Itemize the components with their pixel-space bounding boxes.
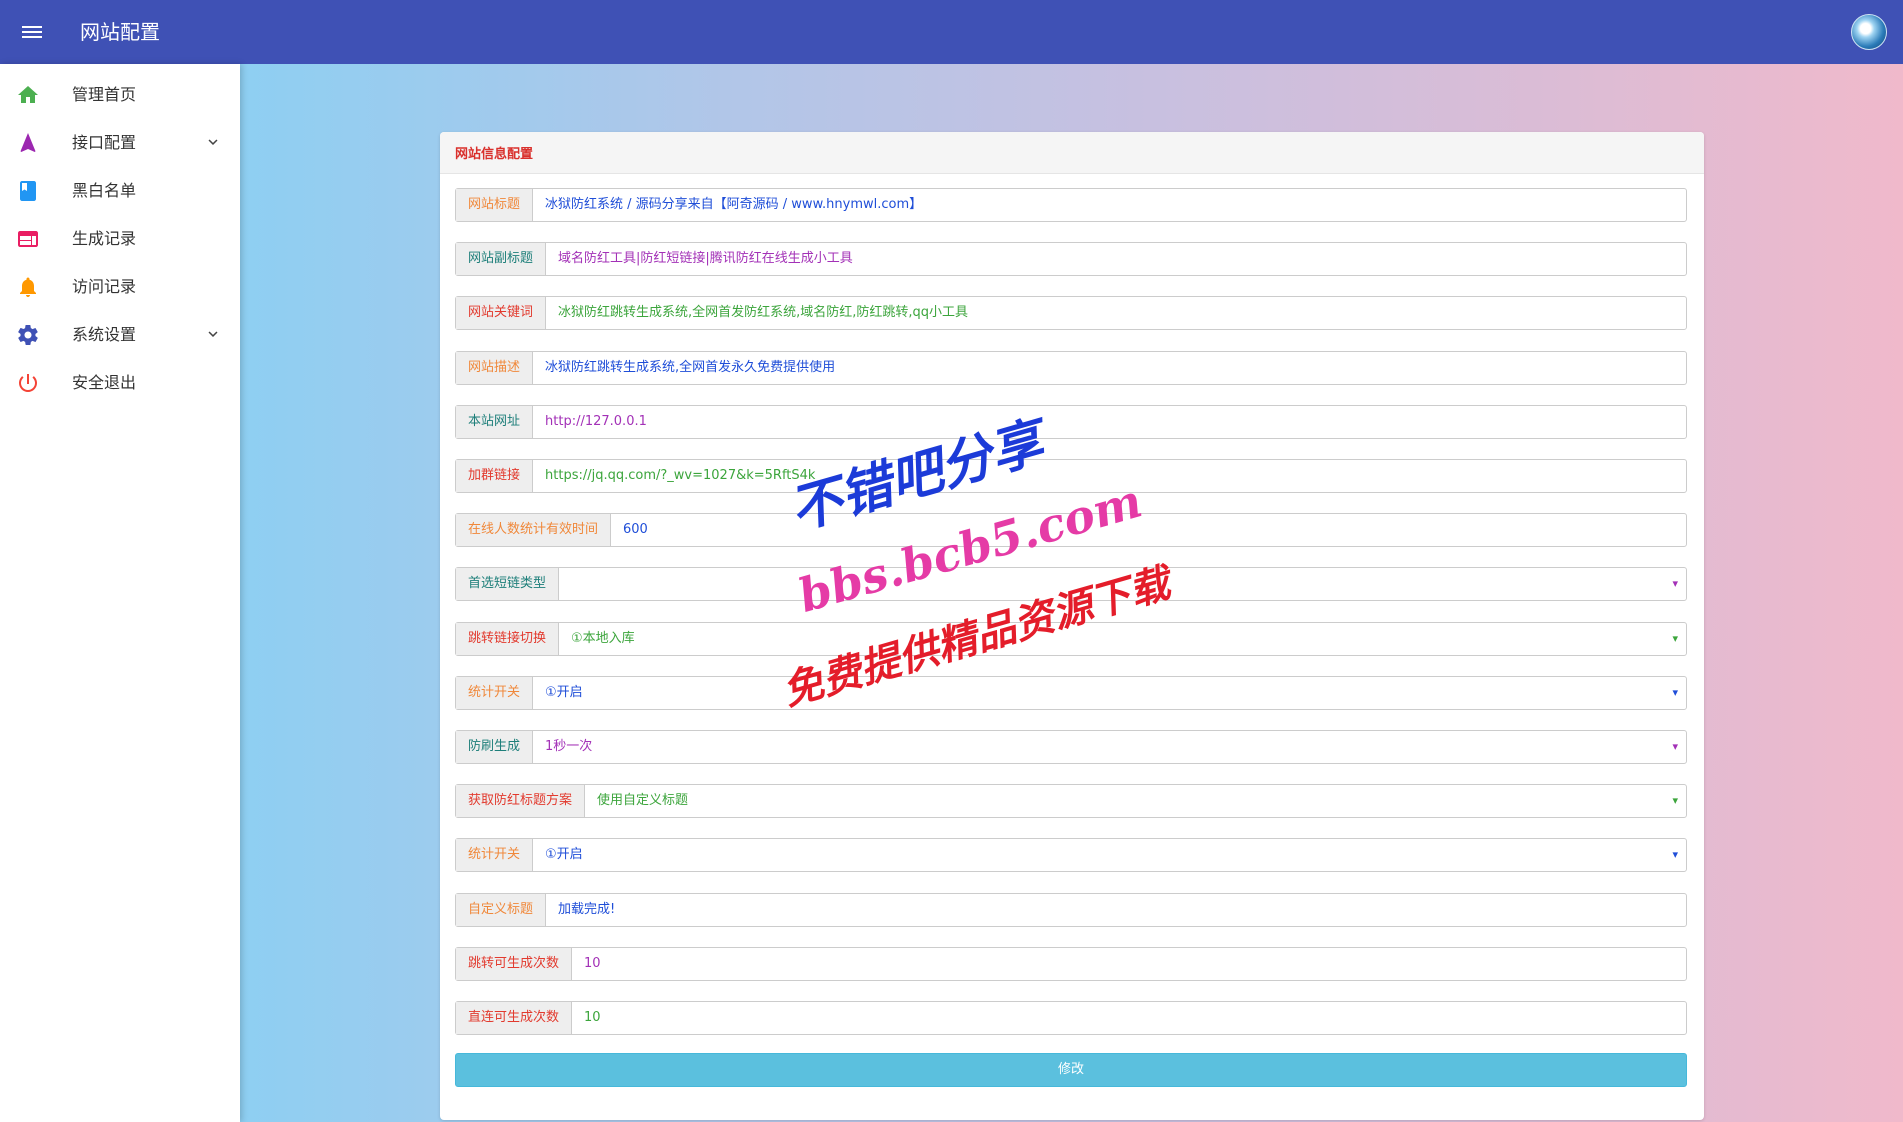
bell-icon: [20, 277, 36, 297]
field-label: 网站描述: [456, 352, 534, 384]
sidebar-item-label: 生成记录: [72, 229, 137, 248]
main-content: 网站信息配置 网站标题 冰狱防红系统 / 源码分享来自【阿奇源码 / www.hn…: [240, 64, 1903, 1122]
site-config-card: 网站信息配置 网站标题 冰狱防红系统 / 源码分享来自【阿奇源码 / www.hn…: [440, 132, 1704, 1120]
field-label: 跳转可生成次数: [456, 948, 573, 980]
form-row: 统计开关 ①开启: [455, 676, 1687, 710]
field-label: 防刷生成: [456, 731, 534, 763]
sidebar-item-label: 管理首页: [72, 85, 137, 104]
submit-button[interactable]: 修改: [455, 1053, 1687, 1087]
text-field[interactable]: 冰狱防红跳转生成系统,全网首发永久免费提供使用: [533, 352, 1686, 384]
field-label: 获取防红标题方案: [456, 785, 586, 817]
field-label: 在线人数统计有效时间: [456, 514, 612, 546]
form-row: 本站网址 http://127.0.0.1: [455, 405, 1687, 439]
sidebar-item-label: 黑白名单: [72, 181, 137, 200]
text-field[interactable]: 600: [611, 514, 1686, 546]
field-label: 网站副标题: [456, 243, 547, 275]
field-label: 直连可生成次数: [456, 1002, 573, 1034]
form-row: 首选短链类型: [455, 567, 1687, 601]
card-header: 网站信息配置: [440, 132, 1704, 174]
home-icon: [18, 86, 38, 103]
sidebar-nav: 管理首页 接口配置 黑白名单 生成记录 访问记录 系统设置 安全退出: [0, 64, 240, 407]
text-field[interactable]: 加载完成!: [546, 894, 1686, 926]
sidebar-item-system-settings[interactable]: 系统设置: [0, 311, 240, 359]
form-row: 网站副标题 域名防红工具|防红短链接|腾讯防红在线生成小工具: [455, 242, 1687, 276]
app-bar: 网站配置: [0, 0, 1903, 64]
form-row: 获取防红标题方案 使用自定义标题: [455, 784, 1687, 818]
field-label: 加群链接: [456, 460, 534, 492]
field-label: 自定义标题: [456, 894, 547, 926]
web-icon: [18, 231, 38, 247]
form-row: 网站标题 冰狱防红系统 / 源码分享来自【阿奇源码 / www.hnymwl.co…: [455, 188, 1687, 222]
sidebar: 管理首页 接口配置 黑白名单 生成记录 访问记录 系统设置 安全退出: [0, 64, 240, 1122]
text-field[interactable]: https://jq.qq.com/?_wv=1027&k=5RftS4k: [533, 460, 1686, 492]
sidebar-item-logout[interactable]: 安全退出: [0, 359, 240, 407]
field-label: 统计开关: [456, 677, 534, 709]
sidebar-item-label: 系统设置: [72, 325, 137, 344]
select-field[interactable]: ①开启: [533, 677, 1686, 709]
page-title: 网站配置: [80, 20, 160, 44]
gear-icon: [18, 325, 38, 345]
form-row: 自定义标题 加载完成!: [455, 893, 1687, 927]
form-row: 直连可生成次数 10: [455, 1001, 1687, 1035]
form-row: 网站描述 冰狱防红跳转生成系统,全网首发永久免费提供使用: [455, 351, 1687, 385]
text-field[interactable]: 10: [572, 1002, 1686, 1034]
select-field[interactable]: 1秒一次: [533, 731, 1686, 763]
menu-icon[interactable]: [20, 20, 44, 44]
text-field[interactable]: http://127.0.0.1: [533, 406, 1686, 438]
field-label: 网站关键词: [456, 297, 547, 329]
form-row: 在线人数统计有效时间 600: [455, 513, 1687, 547]
field-label: 跳转链接切换: [456, 623, 560, 655]
field-label: 统计开关: [456, 839, 534, 871]
power-icon: [19, 374, 37, 392]
card-title: 网站信息配置: [455, 147, 534, 162]
sidebar-item-api-config[interactable]: 接口配置: [0, 119, 240, 167]
text-field[interactable]: 冰狱防红系统 / 源码分享来自【阿奇源码 / www.hnymwl.com】: [533, 189, 1686, 221]
chevron-down-icon[interactable]: [204, 133, 222, 151]
sidebar-item-label: 访问记录: [72, 277, 137, 296]
select-field[interactable]: ①开启: [533, 839, 1686, 871]
sidebar-item-home[interactable]: 管理首页: [0, 71, 240, 119]
field-label: 网站标题: [456, 189, 534, 221]
form-row: 统计开关 ①开启: [455, 838, 1687, 872]
sidebar-item-generate-log[interactable]: 生成记录: [0, 215, 240, 263]
select-field[interactable]: ①本地入库: [559, 623, 1686, 655]
chevron-down-icon[interactable]: [204, 325, 222, 343]
select-field[interactable]: [559, 568, 1686, 600]
form-row: 跳转链接切换 ①本地入库: [455, 622, 1687, 656]
sidebar-item-label: 安全退出: [72, 373, 137, 392]
sidebar-item-blacklist[interactable]: 黑白名单: [0, 167, 240, 215]
form-row: 网站关键词 冰狱防红跳转生成系统,全网首发防红系统,域名防红,防红跳转,qq小工具: [455, 296, 1687, 330]
sidebar-item-label: 接口配置: [72, 133, 137, 152]
text-field[interactable]: 域名防红工具|防红短链接|腾讯防红在线生成小工具: [546, 243, 1686, 275]
form-row: 加群链接 https://jq.qq.com/?_wv=1027&k=5RftS4…: [455, 459, 1687, 493]
navigation-icon: [20, 133, 36, 152]
text-field[interactable]: 冰狱防红跳转生成系统,全网首发防红系统,域名防红,防红跳转,qq小工具: [546, 297, 1686, 329]
avatar[interactable]: [1851, 14, 1887, 50]
select-field[interactable]: 使用自定义标题: [585, 785, 1686, 817]
form-row: 防刷生成 1秒一次: [455, 730, 1687, 764]
field-label: 本站网址: [456, 406, 534, 438]
field-label: 首选短链类型: [456, 568, 560, 600]
form-row: 跳转可生成次数 10: [455, 947, 1687, 981]
sidebar-item-visit-log[interactable]: 访问记录: [0, 263, 240, 311]
book-icon: [20, 181, 36, 201]
text-field[interactable]: 10: [572, 948, 1686, 980]
